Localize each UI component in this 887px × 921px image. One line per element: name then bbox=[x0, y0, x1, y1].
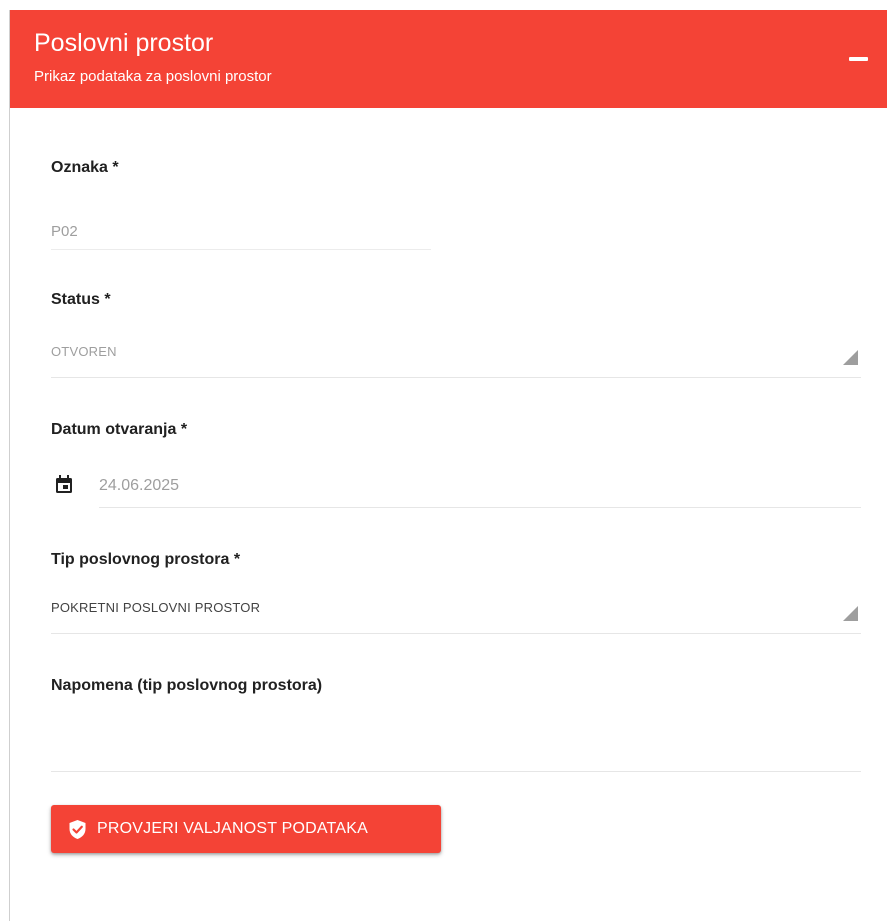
validate-data-button[interactable]: PROVJERI VALJANOST PODATAKA bbox=[51, 805, 441, 853]
tip-poslovnog-prostora-select[interactable]: POKRETNI POSLOVNI PROSTOR bbox=[51, 592, 861, 634]
business-space-card: Poslovni prostor Prikaz podataka za posl… bbox=[9, 10, 887, 921]
napomena-label: Napomena (tip poslovnog prostora) bbox=[51, 677, 323, 694]
dropdown-arrow-icon bbox=[843, 606, 858, 621]
status-underline bbox=[51, 377, 861, 378]
tip-poslovnog-prostora-label: Tip poslovnog prostora * bbox=[51, 551, 241, 568]
datum-otvaranja-label: Datum otvaranja * bbox=[51, 421, 188, 438]
calendar-icon[interactable] bbox=[55, 475, 73, 494]
napomena-textarea[interactable] bbox=[51, 720, 861, 772]
validate-data-button-label: PROVJERI VALJANOST PODATAKA bbox=[97, 820, 368, 837]
tip-poslovnog-prostora-underline bbox=[51, 633, 861, 634]
tip-poslovnog-prostora-value: POKRETNI POSLOVNI PROSTOR bbox=[51, 600, 261, 615]
status-value: OTVOREN bbox=[51, 344, 117, 359]
datum-otvaranja-input[interactable] bbox=[99, 465, 861, 508]
oznaka-label: Oznaka * bbox=[51, 159, 119, 176]
card-title: Poslovni prostor bbox=[34, 29, 214, 57]
collapse-button[interactable] bbox=[840, 40, 876, 76]
dropdown-arrow-icon bbox=[843, 350, 858, 365]
status-select[interactable]: OTVOREN bbox=[51, 336, 861, 378]
status-label: Status * bbox=[51, 291, 111, 308]
card-subtitle: Prikaz podataka za poslovni prostor bbox=[34, 68, 272, 85]
card-header: Poslovni prostor Prikaz podataka za posl… bbox=[10, 10, 887, 108]
oznaka-input[interactable] bbox=[51, 213, 431, 250]
shield-check-icon bbox=[69, 820, 86, 839]
minus-icon bbox=[849, 57, 868, 61]
